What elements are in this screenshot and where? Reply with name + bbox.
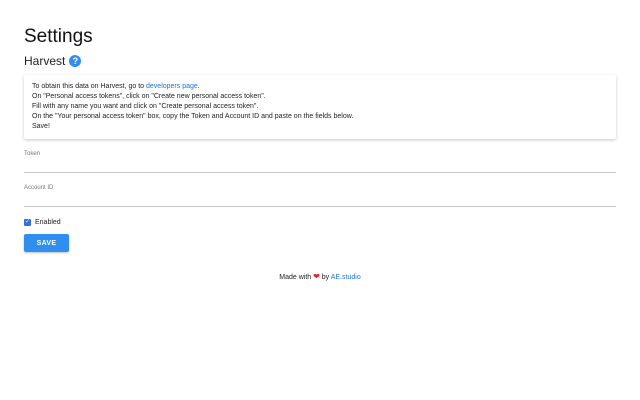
enabled-checkbox[interactable]: ✓ xyxy=(24,218,31,226)
developers-page-link[interactable]: developers page xyxy=(146,83,198,90)
settings-page: Settings Harvest ? To obtain this data o… xyxy=(0,0,640,400)
section-title: Harvest xyxy=(24,54,66,68)
section-heading: Harvest ? xyxy=(24,54,82,68)
instruction-line: To obtain this data on Harvest, go to de… xyxy=(32,82,608,92)
instructions-box: To obtain this data on Harvest, go to de… xyxy=(24,75,616,139)
ae-studio-link[interactable]: AE.studio xyxy=(331,274,361,281)
instruction-line: On "Personal access tokens", click on "C… xyxy=(32,93,266,100)
footer: Made with ❤ by AE.studio xyxy=(0,272,640,283)
instruction-text: . xyxy=(197,83,200,90)
account-id-label: Account ID xyxy=(24,185,54,191)
footer-text: by xyxy=(319,274,331,281)
instruction-line: Fill with any name you want and click on… xyxy=(32,103,259,110)
enabled-label: Enabled xyxy=(35,218,61,226)
account-id-input[interactable] xyxy=(24,192,616,204)
account-id-field: Account ID xyxy=(24,184,616,207)
instruction-text: To obtain this data on Harvest, go to xyxy=(32,83,147,90)
question-mark-icon[interactable]: ? xyxy=(69,55,82,67)
instruction-line: Save! xyxy=(32,123,50,130)
save-button[interactable]: SAVE xyxy=(24,234,69,252)
enabled-toggle[interactable]: ✓ Enabled xyxy=(24,217,61,227)
instruction-line: On the "Your personal access token" box,… xyxy=(32,113,354,120)
heart-icon: ❤ xyxy=(313,272,320,281)
token-field: Token xyxy=(24,150,616,173)
token-input[interactable] xyxy=(24,158,616,170)
page-title: Settings xyxy=(24,26,93,47)
footer-text: Made with xyxy=(279,274,314,281)
token-label: Token xyxy=(24,151,41,157)
